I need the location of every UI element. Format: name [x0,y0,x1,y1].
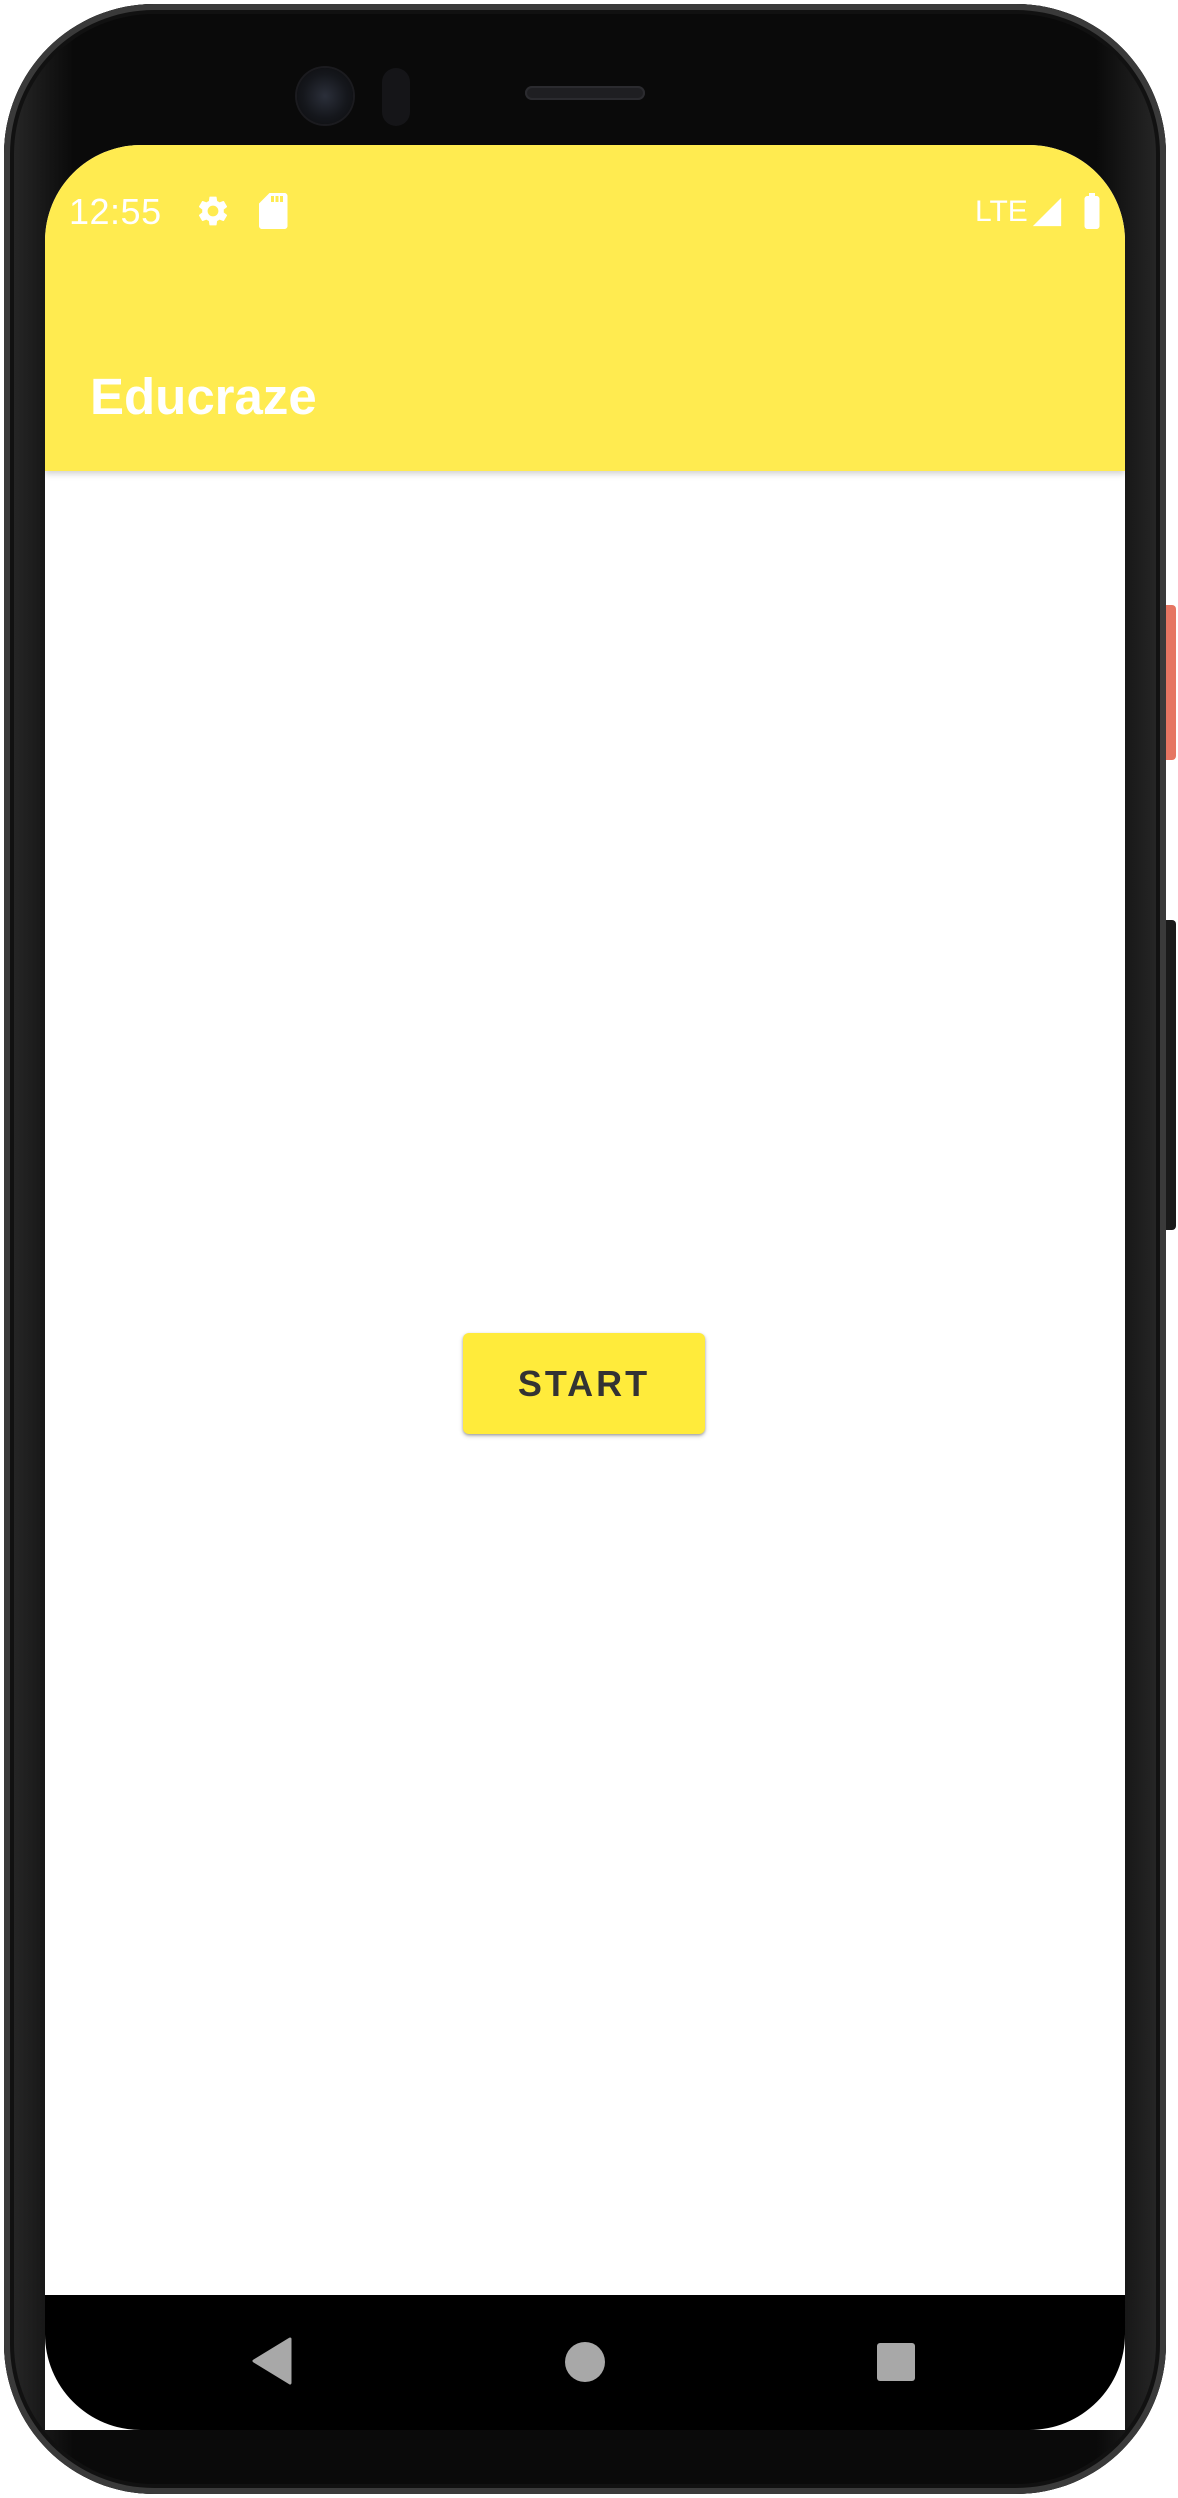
back-icon[interactable] [250,2337,292,2390]
recents-icon[interactable] [876,2342,916,2387]
network-type: LTE [975,195,1028,228]
proximity-sensor [382,68,410,126]
home-icon[interactable] [564,2341,606,2388]
phone-device: 12:55 LTE Educraze START [0,0,1178,2498]
screen: 12:55 LTE Educraze START [45,145,1125,2430]
navigation-bar [45,2295,1125,2430]
signal-icon [1030,195,1064,234]
front-camera [297,68,353,124]
volume-button [1166,920,1176,1230]
status-time: 12:55 [69,191,162,232]
app-title: Educraze [90,368,317,425]
status-bar: 12:55 LTE [45,145,1125,285]
app-bar: 12:55 LTE Educraze [45,145,1125,471]
settings-icon [195,193,231,234]
start-button[interactable]: START [463,1333,705,1434]
power-button [1166,605,1176,760]
sd-card-icon [259,193,289,234]
battery-icon [1081,193,1103,234]
earpiece-speaker [525,86,645,100]
